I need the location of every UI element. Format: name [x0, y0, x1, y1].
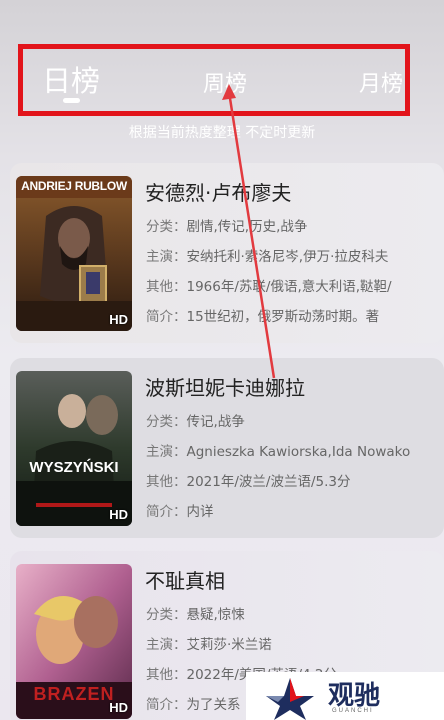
- poster-title: WYSZYŃSKI: [29, 459, 119, 476]
- watermark-text: 观驰: [328, 681, 381, 711]
- guanchi-logo-icon: [266, 678, 314, 720]
- movie-category: 分类：剧情,传记,历史,战争: [146, 219, 308, 235]
- movie-poster[interactable]: WYSZYŃSKI HD: [16, 371, 132, 526]
- watermark-sub: GUANCHI: [332, 708, 374, 714]
- movie-cast: 主演：艾莉莎·米兰诺: [146, 637, 272, 653]
- hd-badge: HD: [109, 507, 128, 522]
- movie-category: 分类：悬疑,惊悚: [146, 607, 245, 623]
- ranking-tabs: 日榜 周榜 月榜: [0, 0, 444, 120]
- movie-card[interactable]: WYSZYŃSKI HD 波斯坦妮卡迪娜拉 分类：传记,战争 主演：Agnies…: [10, 358, 444, 538]
- poster-title: ANDRIEJ RUBLOW: [21, 179, 127, 193]
- movie-title: 波斯坦妮卡迪娜拉: [145, 376, 305, 400]
- hd-badge: HD: [109, 700, 128, 715]
- ranking-subtitle: 根据当前热度整理 不定时更新: [128, 125, 316, 141]
- movie-category: 分类：传记,战争: [146, 414, 245, 430]
- movie-poster[interactable]: ANDRIEJ RUBLOW HD: [16, 176, 132, 331]
- watermark: 观驰 GUANCHI: [246, 672, 444, 720]
- movie-cast: 主演：安纳托利·索洛尼岑,伊万·拉皮科夫: [146, 249, 389, 265]
- movie-other: 其他：2021年/波兰/波兰语/5.3分: [146, 474, 351, 490]
- movie-intro: 简介：内详: [146, 504, 214, 520]
- hd-badge: HD: [109, 312, 128, 327]
- movie-poster[interactable]: BRAZEN HD: [16, 564, 132, 719]
- movie-cast: 主演：Agnieszka Kawiorska,Ida Nowako: [146, 444, 411, 460]
- movie-other: 其他：1966年/苏联/俄语,意大利语,鞑靼/: [146, 279, 392, 295]
- annotation-highlight-box: [18, 44, 410, 116]
- movie-title: 安德烈·卢布廖夫: [145, 181, 292, 205]
- movie-intro: 简介：为了关系: [146, 697, 241, 713]
- movie-title: 不耻真相: [145, 569, 225, 593]
- movie-intro: 简介：15世纪初，俄罗斯动荡时期。著: [146, 309, 380, 325]
- movie-card[interactable]: ANDRIEJ RUBLOW HD 安德烈·卢布廖夫 分类：剧情,传记,历史,战…: [10, 163, 444, 343]
